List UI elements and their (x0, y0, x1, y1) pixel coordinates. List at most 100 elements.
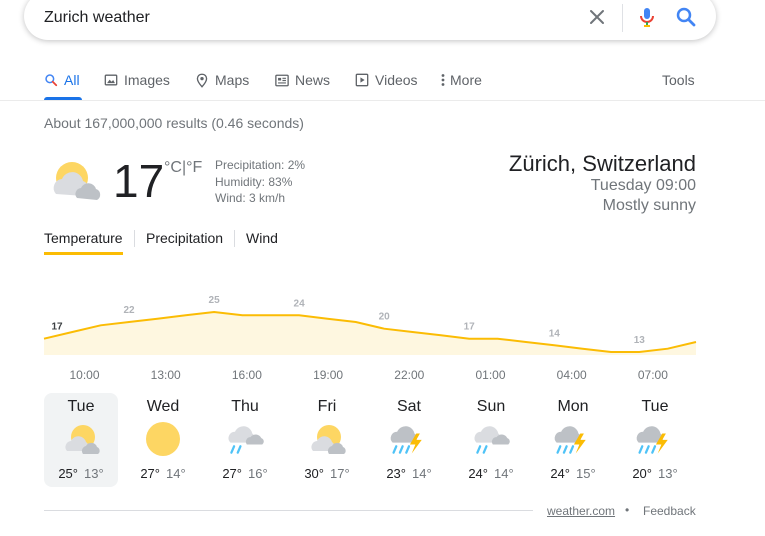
thunderstorm-icon (390, 426, 422, 454)
current-temperature: 17 (113, 155, 165, 207)
high-temp: 20° (632, 466, 652, 481)
low-temp: 17° (330, 466, 350, 481)
unit-celsius[interactable]: °C (164, 159, 182, 176)
day-forecast[interactable]: Tue 25° 13° (44, 393, 118, 487)
day-name: Tue (641, 398, 669, 415)
tick-label: 04:00 (557, 368, 587, 382)
image-icon (104, 74, 118, 86)
search-input[interactable]: Zurich weather (44, 9, 150, 27)
day-name: Fri (317, 398, 337, 415)
footer-bullet: • (625, 503, 630, 517)
partly-sunny-icon (65, 425, 100, 454)
weather-details: Precipitation: 2% Humidity: 83% Wind: 3 … (215, 157, 305, 207)
day-name: Wed (146, 398, 180, 415)
search-icon[interactable] (674, 5, 698, 29)
day-temps: 20° 13° (618, 466, 692, 481)
tab-label: Images (124, 72, 170, 88)
rain-cloud-icon (228, 426, 264, 454)
day-forecast[interactable]: Wed 27° 14° (126, 393, 200, 487)
day-forecast[interactable]: Sun 24° 14° (454, 393, 528, 487)
data-label: 17 (464, 322, 476, 333)
map-pin-icon (196, 73, 208, 88)
partly-sunny-icon (53, 162, 101, 200)
high-temp: 27° (140, 466, 160, 481)
more-vert-icon (441, 74, 445, 86)
unit-fahrenheit[interactable]: °F (186, 159, 202, 176)
data-label: 13 (634, 335, 646, 346)
day-forecast[interactable]: Tue 20° 13° (618, 393, 692, 487)
high-temp: 30° (304, 466, 324, 481)
tab-label: News (295, 72, 331, 88)
temperature-chart: 17 22 25 24 20 17 14 13 10:00 13:00 16:00 19:00 22:0… (43, 295, 697, 382)
microphone-icon[interactable] (635, 5, 659, 29)
precipitation-text: Precipitation: 2% (215, 158, 306, 172)
thunderstorm-icon (554, 426, 586, 454)
tab-label: All (64, 72, 80, 88)
day-time: Tuesday 09:00 (590, 177, 696, 194)
tick-label: 07:00 (638, 368, 668, 382)
high-temp: 23° (386, 466, 406, 481)
result-stats: About 167,000,000 results (0.46 seconds) (44, 115, 304, 131)
location-title: Zürich, Switzerland (508, 151, 696, 176)
day-forecast[interactable]: Sat 23° 14° (372, 393, 446, 487)
unit-toggle[interactable]: °C|°F (164, 159, 202, 177)
tick-label: 16:00 (232, 368, 262, 382)
source-link[interactable]: weather.com (547, 504, 615, 518)
humidity-text: Humidity: 83% (215, 174, 293, 189)
high-temp: 27° (222, 466, 242, 481)
tab-videos[interactable]: Videos (355, 70, 418, 90)
low-temp: 16° (248, 466, 268, 481)
tab-all[interactable]: All (44, 70, 80, 90)
tab-images[interactable]: Images (104, 70, 170, 90)
day-temps: 24° 15° (536, 466, 610, 481)
tools-label: Tools (662, 72, 695, 88)
day-temps: 27° 16° (208, 466, 282, 481)
day-name: Mon (557, 398, 589, 415)
day-forecast[interactable]: Fri 30° 17° (290, 393, 364, 487)
day-name: Sat (396, 398, 421, 415)
low-temp: 13° (84, 466, 104, 481)
high-temp: 25° (58, 466, 78, 481)
data-label: 25 (209, 295, 221, 306)
weather-condition: Mostly sunny (602, 197, 696, 214)
tick-label: 19:00 (313, 368, 343, 382)
search-icon (45, 74, 58, 87)
tick-label: 01:00 (475, 368, 505, 382)
wind-text: Wind: 3 km/h (215, 191, 286, 205)
search-box[interactable]: Zurich weather (24, 0, 716, 40)
day-temps: 27° 14° (126, 466, 200, 481)
tab-more[interactable]: More (441, 70, 482, 90)
feedback-link[interactable]: Feedback (643, 504, 696, 518)
subtab-divider (134, 230, 135, 247)
partly-sunny-icon (311, 425, 346, 454)
day-name: Sun (476, 398, 506, 415)
close-icon[interactable] (587, 7, 607, 27)
low-temp: 14° (494, 466, 514, 481)
day-temps: 30° 17° (290, 466, 364, 481)
thunderstorm-icon (636, 426, 668, 454)
data-label: 17 (51, 322, 63, 333)
day-forecast[interactable]: Thu 27° 16° (208, 393, 282, 487)
tools-button[interactable]: Tools (662, 70, 695, 90)
sunny-icon (146, 422, 180, 456)
tab-maps[interactable]: Maps (195, 70, 249, 90)
day-name: Tue (67, 398, 95, 415)
news-icon (275, 74, 289, 86)
low-temp: 14° (412, 466, 432, 481)
search-box-divider (622, 4, 623, 32)
rain-cloud-icon (474, 426, 510, 454)
tab-label: More (450, 72, 482, 88)
high-temp: 24° (468, 466, 488, 481)
data-label: 22 (123, 305, 135, 316)
tab-wind[interactable]: Wind (246, 230, 278, 246)
data-label: 20 (379, 312, 391, 323)
tick-label: 10:00 (69, 368, 99, 382)
day-forecast[interactable]: Mon 24° 15° (536, 393, 610, 487)
tab-news[interactable]: News (275, 70, 330, 90)
footer-divider (44, 510, 533, 511)
data-label: 14 (549, 328, 561, 339)
low-temp: 13° (658, 466, 678, 481)
tab-temperature[interactable]: Temperature (44, 230, 123, 246)
chart-area (44, 312, 696, 355)
tab-precipitation[interactable]: Precipitation (146, 230, 223, 246)
